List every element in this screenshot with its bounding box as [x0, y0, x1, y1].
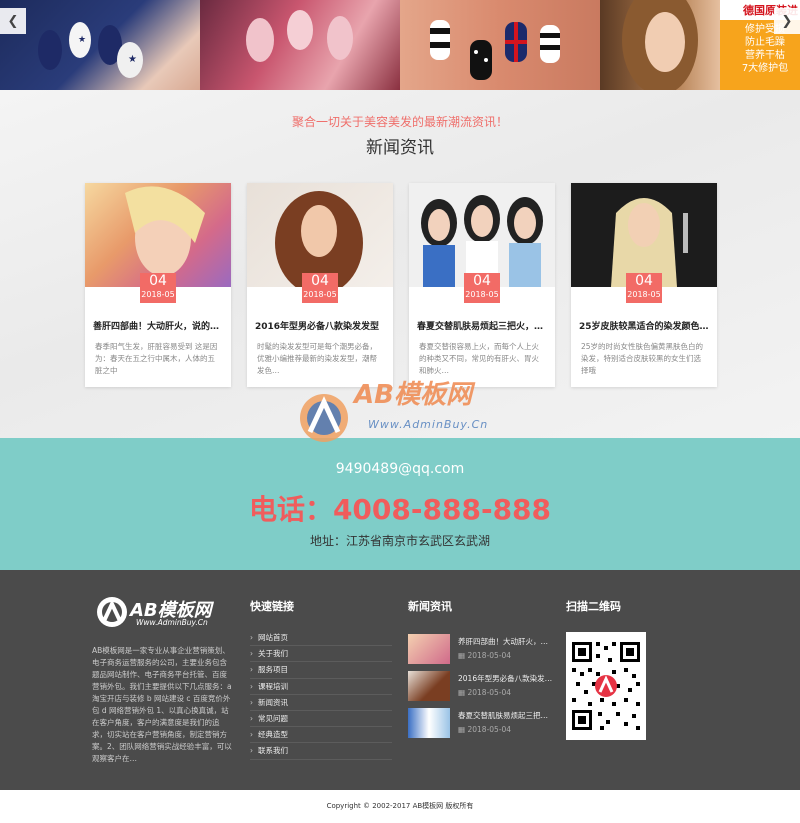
- watermark-logo: AB模板网 Www.AdminBuy.Cn: [298, 372, 508, 452]
- footer-news-item[interactable]: 春夏交替肌肤易烦起三把火… ▦ 2018-05-04: [408, 708, 554, 738]
- gallery-photo-nails-pink: [200, 0, 400, 90]
- qr-code: [566, 632, 646, 740]
- news-card-title[interactable]: 2016年型男必备八款染发发型: [255, 319, 387, 332]
- news-card[interactable]: 04 2018-05 善肝四部曲！大动肝火，说的就… 春季阳气生发，肝脏容易受到 …: [85, 183, 231, 387]
- footer-link-courses[interactable]: 课程培训: [250, 679, 392, 695]
- watermark-brand: AB模板网: [354, 380, 472, 410]
- footer-logo[interactable]: AB模板网 Www.AdminBuy.Cn: [96, 596, 236, 632]
- chevron-right-icon: ❯: [781, 13, 793, 29]
- news-card[interactable]: 04 2018-05 2016年型男必备八款染发发型 时髦的染发发型可是每个潮男必…: [247, 183, 393, 387]
- footer-news-item-date: 2018-05-04: [467, 688, 512, 697]
- news-card-image: [85, 183, 231, 287]
- footer-links-title: 快速链接: [250, 600, 294, 613]
- footer-about-text: AB模板网是一家专业从事企业营销策划、电子商务运营服务的公司，主要业务包含题品网…: [92, 646, 232, 763]
- news-section-title: 新闻资讯: [366, 138, 434, 158]
- news-card-title[interactable]: 25岁皮肤较黑适合的染发颜色，…: [579, 319, 711, 332]
- footer-news-item-title[interactable]: 春夏交替肌肤易烦起三把火…: [458, 710, 554, 721]
- footer-links: 网站首页 关于我们 服务项目 课程培训 新闻资讯 常见问题 经典造型 联系我们: [250, 630, 392, 760]
- news-card-image: [571, 183, 717, 287]
- footer-news-thumb: [408, 671, 450, 701]
- footer-news-item-title[interactable]: 养肝四部曲！大动肝火，说…: [458, 636, 554, 647]
- footer-news-item[interactable]: 养肝四部曲！大动肝火，说… ▦ 2018-05-04: [408, 634, 554, 664]
- footer-news-item-date: 2018-05-04: [467, 651, 512, 660]
- watermark-url: Www.AdminBuy.Cn: [368, 418, 489, 431]
- news-card-image: [247, 183, 393, 287]
- logo-icon: [97, 597, 127, 627]
- footer-link-services[interactable]: 服务项目: [250, 662, 392, 679]
- footer-news-title: 新闻资讯: [408, 600, 452, 613]
- news-tagline: 聚合一切关于美容美发的最新潮流资讯！: [291, 115, 508, 129]
- footer-news-thumb: [408, 708, 450, 738]
- footer-link-about[interactable]: 关于我们: [250, 646, 392, 663]
- contact-phone: 电话：4008-888-888: [248, 493, 552, 526]
- footer-news-item[interactable]: 2016年型男必备八款染发… ▦ 2018-05-04: [408, 671, 553, 701]
- gallery-photo-nails-pattern: [400, 0, 600, 90]
- contact-email[interactable]: 9490489@qq.com: [0, 461, 800, 477]
- footer-news-item-date: 2018-05-04: [467, 725, 512, 734]
- news-card[interactable]: 04 2018-05 春夏交替肌肤易烦起三把火，掉… 春夏交替很容易上火，而每个人…: [409, 183, 555, 387]
- gallery-prev-button[interactable]: ❮: [0, 8, 26, 34]
- gallery-next-button[interactable]: ❯: [774, 8, 800, 34]
- news-card-date: 04 2018-05: [140, 273, 176, 303]
- footer-link-faq[interactable]: 常见问题: [250, 711, 392, 728]
- footer-link-news[interactable]: 新闻资讯: [250, 695, 392, 711]
- footer-logo-url: Www.AdminBuy.Cn: [136, 618, 208, 627]
- footer-link-styles[interactable]: 经典造型: [250, 727, 392, 744]
- chevron-left-icon: ❮: [7, 13, 19, 29]
- news-card-date: 04 2018-05: [626, 273, 662, 303]
- footer-qr-title: 扫描二维码: [566, 600, 621, 613]
- news-card-title[interactable]: 春夏交替肌肤易烦起三把火，掉…: [417, 319, 549, 332]
- image-gallery: ★ ★: [0, 0, 800, 90]
- gallery-photo-nails-navy: ★ ★: [0, 0, 200, 90]
- news-card-image: [409, 183, 555, 287]
- footer-link-contact[interactable]: 联系我们: [250, 743, 392, 760]
- news-card[interactable]: 04 2018-05 25岁皮肤较黑适合的染发颜色，… 25岁的时尚女性肤色偏黄黑…: [571, 183, 717, 387]
- svg-text:★: ★: [128, 54, 137, 65]
- contact-address: 地址：江苏省南京市玄武区玄武湖: [309, 534, 490, 548]
- footer-news-thumb: [408, 634, 450, 664]
- news-card-desc: 春季阳气生发，肝脏容易受到 这是因为：春天在五之行中属木，人体的五脏之中: [95, 342, 218, 375]
- news-card-date: 04 2018-05: [302, 273, 338, 303]
- news-card-date: 04 2018-05: [464, 273, 500, 303]
- footer-link-home[interactable]: 网站首页: [250, 630, 392, 647]
- news-card-desc: 25岁的时尚女性肤色偏黄黑肤色白的染发，特别适合皮肤较黑的女生们选择哦: [581, 342, 704, 375]
- footer-news-item-title[interactable]: 2016年型男必备八款染发…: [458, 673, 554, 684]
- copyright: Copyright © 2002-2017 AB模板网 版权所有: [0, 790, 800, 823]
- news-card-title[interactable]: 善肝四部曲！大动肝火，说的就…: [93, 319, 225, 332]
- svg-text:★: ★: [78, 35, 86, 45]
